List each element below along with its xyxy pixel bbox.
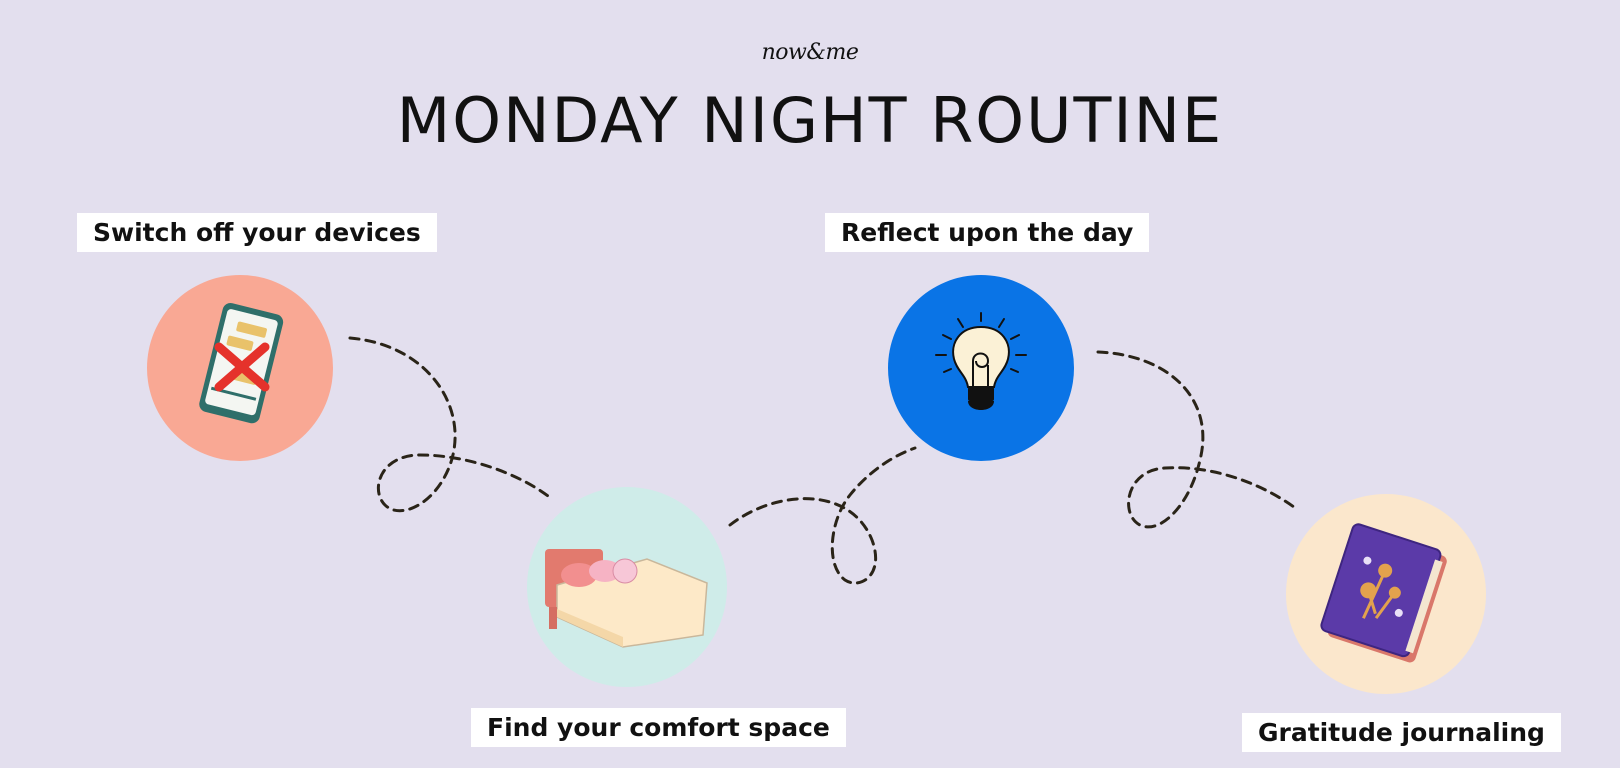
step-circle-reflect: [888, 275, 1074, 461]
phone-off-icon: [199, 303, 284, 424]
step-circle-devices: [147, 275, 333, 461]
connector-1-2: [348, 336, 550, 513]
step-label-reflect-upon-day: Reflect upon the day: [825, 213, 1150, 252]
connector-2-3: [728, 446, 917, 585]
step-label-gratitude-journaling: Gratitude journaling: [1242, 713, 1561, 752]
step-label-switch-off-devices: Switch off your devices: [77, 213, 437, 252]
connector-3-4: [1096, 350, 1300, 529]
step-label-find-comfort-space: Find your comfort space: [471, 708, 846, 747]
bed-icon: [545, 549, 708, 648]
lightbulb-icon: [935, 312, 1027, 410]
step-circle-journaling: [1286, 494, 1486, 694]
step-circle-comfort: [527, 487, 727, 687]
journal-icon: [1320, 523, 1447, 663]
